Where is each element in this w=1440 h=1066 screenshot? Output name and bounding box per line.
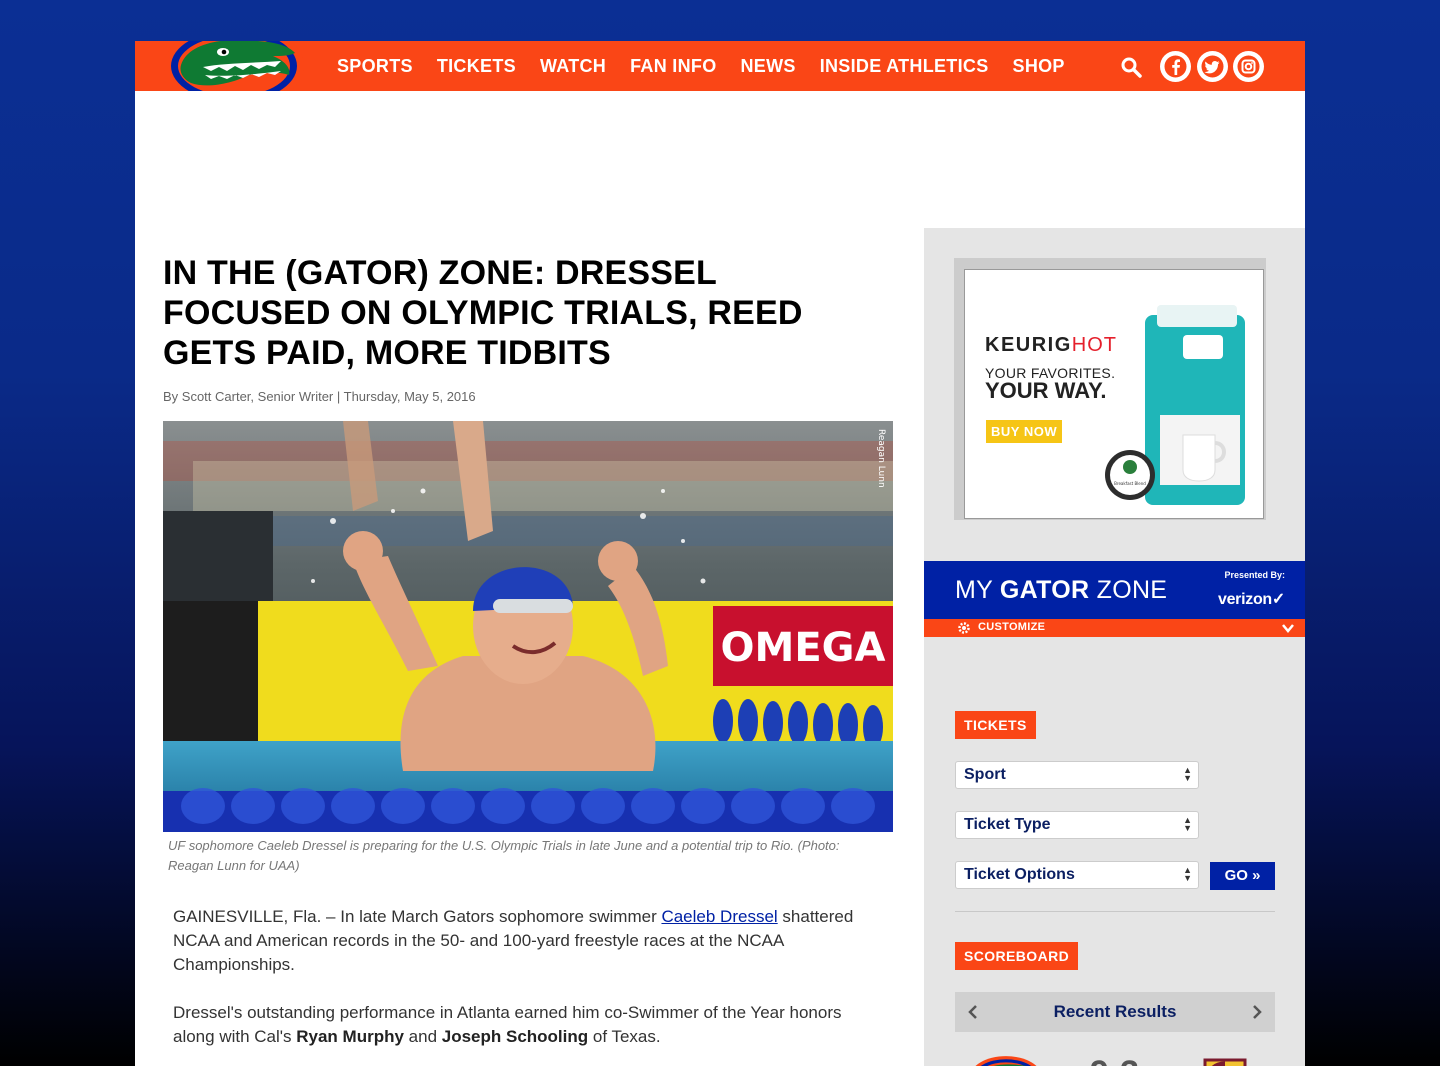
- verizon-logo[interactable]: verizon✓: [1218, 589, 1285, 609]
- chevron-right-icon[interactable]: [1247, 1002, 1267, 1022]
- article-paragraph-2: Dressel's outstanding performance in Atl…: [173, 1001, 863, 1049]
- photo-credit: Reagan Lunn: [876, 429, 886, 488]
- article-byline: By Scott Carter, Senior Writer | Thursda…: [163, 389, 476, 404]
- nav-item-sports[interactable]: SPORTS: [337, 56, 413, 77]
- twitter-icon[interactable]: [1197, 51, 1228, 82]
- text-run: and: [403, 1027, 442, 1046]
- ad-pod-label: Breakfast Blend: [1114, 481, 1146, 486]
- instagram-icon[interactable]: [1233, 51, 1264, 82]
- sport-select[interactable]: Sport ▲ ▼: [955, 761, 1199, 789]
- customize-label: CUSTOMIZE: [978, 621, 1046, 633]
- search-icon[interactable]: [1120, 56, 1142, 78]
- ticket-options-select[interactable]: Ticket Options ▲ ▼: [955, 861, 1199, 889]
- page: SPORTS TICKETS WATCH FAN INFO NEWS INSID…: [135, 41, 1305, 1066]
- select-arrows-icon: ▲ ▼: [1183, 765, 1192, 783]
- nav-item-shop[interactable]: SHOP: [1013, 56, 1065, 77]
- photo-caption: UF sophomore Caeleb Dressel is preparing…: [168, 838, 840, 873]
- ad-buy-now-button[interactable]: BUY NOW: [986, 420, 1063, 443]
- go-button[interactable]: GO »: [1210, 862, 1275, 890]
- title-run-bold: GATOR: [999, 576, 1090, 604]
- select-value: Ticket Type: [964, 816, 1051, 833]
- coffee-maker-image: Breakfast Blend: [1105, 305, 1245, 505]
- text-run: GAINESVILLE, Fla. – In late March Gators…: [173, 907, 662, 926]
- article: IN THE (GATOR) ZONE: DRESSEL FOCUSED ON …: [163, 253, 893, 1066]
- article-photo: OMEGA Reagan Lunn: [163, 421, 893, 832]
- my-gator-zone-header: MY GATOR ZONE Presented By: verizon✓: [924, 561, 1305, 619]
- text-run: of Texas.: [588, 1027, 661, 1046]
- chevron-down-icon[interactable]: [1281, 621, 1295, 635]
- select-arrows-icon: ▲ ▼: [1183, 865, 1192, 883]
- photo-omega-sign: OMEGA: [721, 625, 886, 671]
- nav-item-inside-athletics[interactable]: INSIDE ATHLETICS: [820, 56, 989, 77]
- ad-inner: KEURIGHOT YOUR FAVORITES. YOUR WAY. BUY …: [964, 269, 1264, 519]
- recent-results-bar: Recent Results: [955, 992, 1275, 1032]
- article-headline: IN THE (GATOR) ZONE: DRESSEL FOCUSED ON …: [163, 254, 803, 372]
- name-joseph-schooling: Joseph Schooling: [441, 1027, 589, 1046]
- select-arrows-icon: ▲ ▼: [1183, 815, 1192, 833]
- name-ryan-murphy: Ryan Murphy: [296, 1027, 404, 1046]
- opponent-team-logo: [1203, 1058, 1247, 1066]
- gear-icon: [958, 622, 970, 634]
- title-run: ZONE: [1089, 576, 1168, 604]
- ticket-type-select[interactable]: Ticket Type ▲ ▼: [955, 811, 1199, 839]
- ad-brand-name: KEURIG: [985, 334, 1072, 356]
- gator-zone-title: MY GATOR ZONE: [955, 576, 1167, 605]
- nav-item-tickets[interactable]: TICKETS: [437, 56, 516, 77]
- title-run: MY: [955, 576, 1000, 604]
- nav-item-fan-info[interactable]: FAN INFO: [630, 56, 716, 77]
- recent-results-label: Recent Results: [1053, 1002, 1177, 1021]
- divider: [955, 911, 1275, 912]
- customize-bar[interactable]: CUSTOMIZE: [924, 619, 1305, 637]
- scoreboard-label: SCOREBOARD: [955, 942, 1079, 970]
- link-caeleb-dressel[interactable]: Caeleb Dressel: [661, 907, 777, 926]
- sidebar: KEURIGHOT YOUR FAVORITES. YOUR WAY. BUY …: [924, 228, 1305, 1066]
- nav-item-news[interactable]: NEWS: [741, 56, 796, 77]
- nav-menu: SPORTS TICKETS WATCH FAN INFO NEWS INSID…: [337, 41, 1089, 91]
- presented-by-label: Presented By:: [1224, 570, 1285, 580]
- top-ad-space: [135, 91, 1305, 228]
- ad-line-2: YOUR WAY.: [985, 378, 1107, 403]
- keurig-ad[interactable]: KEURIGHOT YOUR FAVORITES. YOUR WAY. BUY …: [954, 258, 1266, 520]
- facebook-icon[interactable]: [1160, 51, 1191, 82]
- tickets-label: TICKETS: [955, 711, 1036, 739]
- select-value: Sport: [964, 766, 1006, 783]
- select-value: Ticket Options: [964, 866, 1075, 883]
- nav-item-watch[interactable]: WATCH: [540, 56, 606, 77]
- ad-brand: KEURIGHOT: [985, 334, 1117, 357]
- top-nav: SPORTS TICKETS WATCH FAN INFO NEWS INSID…: [135, 41, 1305, 108]
- article-paragraph-1: GAINESVILLE, Fla. – In late March Gators…: [173, 905, 863, 977]
- article-body: GAINESVILLE, Fla. – In late March Gators…: [163, 905, 863, 1049]
